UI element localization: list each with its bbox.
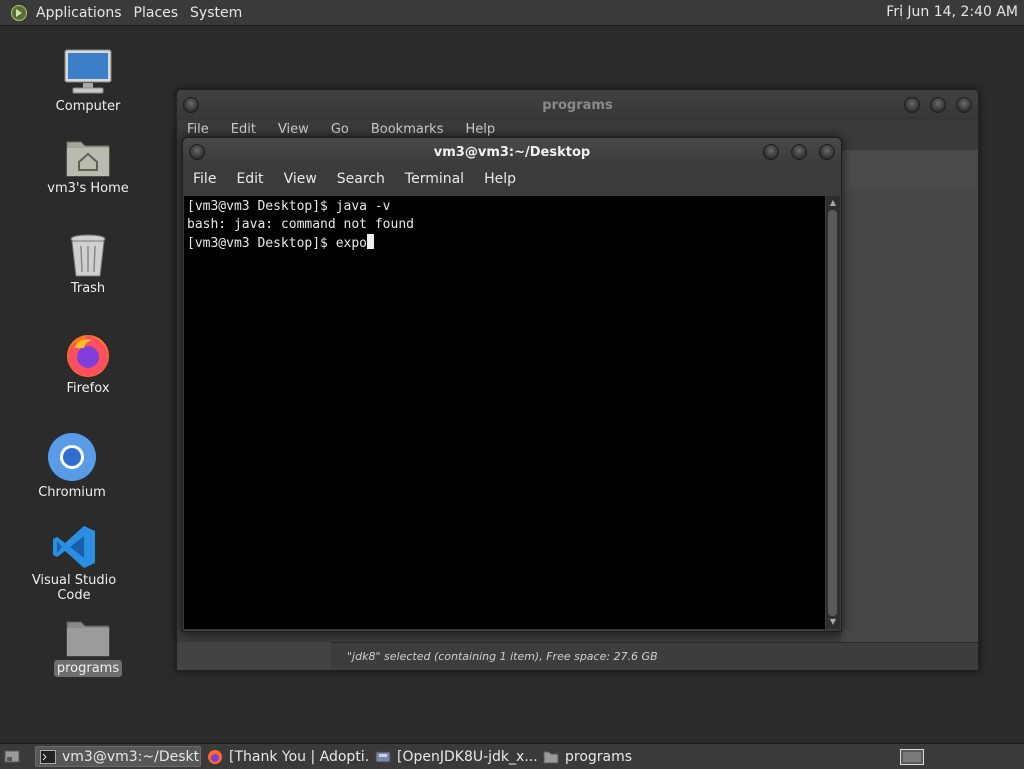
file-manager-titlebar[interactable]: programs [177, 90, 978, 120]
taskbar-item-label: [OpenJDK8U-jdk_x... [397, 748, 537, 765]
applications-menu[interactable]: Applications [32, 5, 130, 21]
term-menu-file[interactable]: File [193, 171, 216, 187]
clock[interactable]: Fri Jun 14, 2:40 AM [886, 4, 1018, 20]
file-manager-statusbar: "jdk8" selected (containing 1 item), Fre… [331, 642, 978, 670]
fm-menu-file[interactable]: File [187, 122, 209, 137]
places-menu[interactable]: Places [130, 5, 187, 21]
workspace-switcher[interactable] [896, 746, 928, 767]
desktop-icon-label: Visual Studio Code [31, 573, 117, 603]
mate-logo-icon[interactable] [10, 4, 28, 22]
fm-menu-go[interactable]: Go [331, 122, 349, 137]
bottom-panel: vm3@vm3:~/Desktop [Thank You | Adopti...… [0, 743, 1024, 769]
terminal-title: vm3@vm3:~/Desktop [433, 145, 591, 160]
desktop-icon-label: Firefox [66, 381, 110, 396]
taskbar-item-label: vm3@vm3:~/Desktop [62, 748, 200, 765]
close-button[interactable] [819, 144, 835, 160]
folder-icon [543, 749, 559, 765]
file-manager-title: programs [542, 98, 613, 113]
desktop-icon-label: programs [53, 660, 123, 677]
term-menu-view[interactable]: View [284, 171, 317, 187]
trash-icon [62, 226, 114, 278]
fm-menu-edit[interactable]: Edit [231, 122, 256, 137]
taskbar-item-terminal[interactable]: vm3@vm3:~/Desktop [35, 746, 201, 767]
terminal-scrollbar[interactable]: ▲ ▼ [826, 196, 840, 629]
minimize-button[interactable] [904, 97, 920, 113]
taskbar-item-label: [Thank You | Adopti... [229, 748, 369, 765]
desktop-icon-vscode[interactable]: Visual Studio Code [14, 518, 134, 604]
minimize-button[interactable] [763, 144, 779, 160]
scroll-down-icon[interactable]: ▼ [828, 617, 838, 627]
terminal-window[interactable]: vm3@vm3:~/Desktop File Edit View Search … [182, 137, 842, 632]
text-cursor [367, 234, 375, 249]
desktop-icon-computer[interactable]: Computer [28, 44, 148, 115]
scroll-up-icon[interactable]: ▲ [828, 198, 838, 208]
terminal-output[interactable]: [vm3@vm3 Desktop]$ java -v bash: java: co… [184, 196, 825, 629]
fm-menu-view[interactable]: View [278, 122, 309, 137]
terminal-icon [40, 749, 56, 765]
terminal-titlebar[interactable]: vm3@vm3:~/Desktop [183, 138, 841, 166]
term-menu-search[interactable]: Search [337, 171, 385, 187]
file-manager-location-bar [841, 150, 978, 190]
firefox-icon [207, 749, 223, 765]
computer-icon [62, 44, 114, 96]
desktop-icon-label: Chromium [38, 485, 106, 500]
workspace-icon [900, 748, 924, 765]
term-menu-edit[interactable]: Edit [236, 171, 263, 187]
taskbar-item-firefox[interactable]: [Thank You | Adopti... [203, 746, 369, 767]
term-menu-help[interactable]: Help [484, 171, 516, 187]
desktop-icon-chromium[interactable]: Chromium [12, 430, 132, 501]
taskbar-item-label: programs [565, 748, 633, 765]
archive-icon [375, 749, 391, 765]
top-panel: Applications Places System Fri Jun 14, 2… [0, 0, 1024, 26]
fm-menu-help[interactable]: Help [465, 122, 495, 137]
maximize-button[interactable] [791, 144, 807, 160]
maximize-button[interactable] [930, 97, 946, 113]
file-manager-menubar: File Edit View Go Bookmarks Help [187, 122, 517, 137]
desktop-icon-firefox[interactable]: Firefox [28, 326, 148, 397]
term-menu-terminal[interactable]: Terminal [405, 171, 464, 187]
system-menu[interactable]: System [186, 5, 250, 21]
home-folder-icon [62, 126, 114, 178]
desktop-icon-programs[interactable]: programs [28, 606, 148, 677]
show-desktop-button[interactable] [0, 746, 26, 767]
file-manager-sidebar-footer [177, 642, 331, 670]
close-button[interactable] [956, 97, 972, 113]
vscode-icon [48, 518, 100, 570]
taskbar-item-archive[interactable]: [OpenJDK8U-jdk_x... [371, 746, 537, 767]
desktop-icon-label: Computer [55, 99, 121, 114]
desktop-icon-trash[interactable]: Trash [28, 226, 148, 297]
fm-menu-bookmarks[interactable]: Bookmarks [371, 122, 444, 137]
desktop-icon-label: vm3's Home [47, 181, 129, 196]
firefox-icon [62, 326, 114, 378]
taskbar-item-programs[interactable]: programs [539, 746, 705, 767]
desktop-icon-home[interactable]: vm3's Home [28, 126, 148, 197]
terminal-line: [vm3@vm3 Desktop]$ expo [187, 236, 368, 251]
folder-icon [62, 606, 114, 658]
terminal-line: [vm3@vm3 Desktop]$ java -v [187, 199, 391, 214]
file-manager-content[interactable] [841, 190, 978, 642]
desktop-icon-label: Trash [70, 281, 106, 296]
terminal-menubar: File Edit View Search Terminal Help [193, 171, 536, 187]
terminal-prompt-line: [vm3@vm3 Desktop]$ expo [187, 234, 822, 253]
scrollbar-thumb[interactable] [828, 210, 837, 616]
terminal-line: bash: java: command not found [187, 217, 414, 232]
chromium-icon [46, 430, 98, 482]
show-desktop-icon [4, 749, 20, 765]
